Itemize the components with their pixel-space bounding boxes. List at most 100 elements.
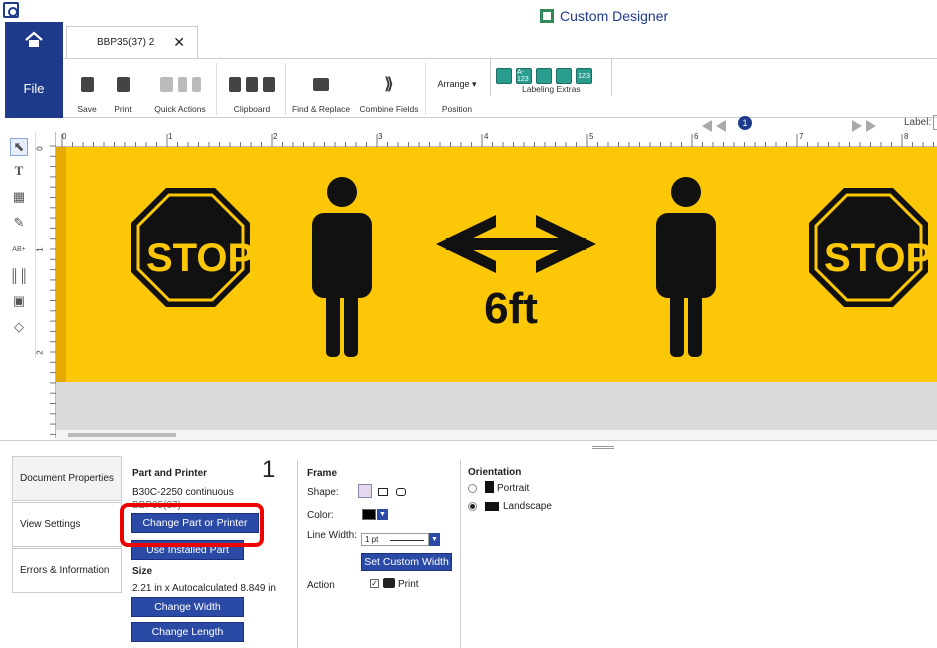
select-tool-icon[interactable]: ⬉ xyxy=(10,138,28,156)
ruler-h-label: 4 xyxy=(484,132,489,141)
page-navigation xyxy=(0,118,937,132)
ruler-h-label: 1 xyxy=(168,132,173,141)
double-arrow-icon xyxy=(436,215,596,273)
horizontal-scrollbar[interactable] xyxy=(56,430,937,440)
print-option-label: Print xyxy=(398,579,419,590)
ruler-h-label: 8 xyxy=(904,132,909,141)
position-label: Position xyxy=(441,104,473,114)
last-page-icon[interactable] xyxy=(866,120,876,132)
line-width-value: 1 pt xyxy=(365,535,379,544)
quick-actions-label: Quick Actions xyxy=(154,104,206,114)
home-icon xyxy=(25,31,43,47)
serial-tool-icon[interactable]: AB+ xyxy=(10,240,28,258)
portrait-radio[interactable] xyxy=(468,484,477,493)
text-tool-icon[interactable]: T xyxy=(10,162,28,180)
line-width-label: Line Width: xyxy=(307,530,358,541)
window-title: Custom Designer xyxy=(540,8,668,24)
arrange-dropdown[interactable]: Arrange ▾ xyxy=(437,79,476,90)
home-tab[interactable] xyxy=(5,22,63,58)
window-title-text: Custom Designer xyxy=(560,8,669,24)
color-swatch[interactable] xyxy=(362,509,376,520)
highlight-box xyxy=(120,503,264,547)
printer-icon xyxy=(116,76,130,92)
line-preview xyxy=(390,540,424,541)
ruler-h-label: 2 xyxy=(273,132,278,141)
signature-tool-icon[interactable]: ✎ xyxy=(10,214,28,232)
tab-document-properties[interactable]: Document Properties xyxy=(12,456,122,501)
landscape-label: Landscape xyxy=(503,501,552,512)
delete-icon xyxy=(159,76,173,92)
landscape-icon xyxy=(485,502,499,511)
ruler-h-label: 5 xyxy=(589,132,594,141)
number-icon[interactable]: 123 xyxy=(576,68,592,84)
combine-fields-label: Combine Fields xyxy=(359,104,419,114)
shape-rounded-icon[interactable] xyxy=(396,488,406,496)
person-left-icon[interactable] xyxy=(312,177,372,357)
position-group[interactable]: Arrange ▾ Position xyxy=(430,64,484,115)
shape-tool-icon[interactable]: ◇ xyxy=(10,318,28,336)
printer-small-icon xyxy=(383,578,395,588)
paste-icon xyxy=(263,76,275,92)
ruler-v-label: 0 xyxy=(35,146,45,151)
set-custom-width-button[interactable]: Set Custom Width xyxy=(361,553,452,571)
labeling-extras-icons[interactable]: A-123 123 xyxy=(496,68,592,84)
stop-text-left: STOP xyxy=(146,236,255,280)
date-time-tool-icon[interactable]: ▦ xyxy=(10,188,28,206)
vertical-ruler-ticks xyxy=(50,145,56,435)
print-checkbox[interactable]: ✓ xyxy=(370,579,379,588)
find-replace-label: Find & Replace xyxy=(291,104,351,114)
line-width-select[interactable]: 1 pt xyxy=(361,533,429,546)
ruler-h-label: 3 xyxy=(378,132,383,141)
find-replace-button[interactable]: Find & Replace xyxy=(290,64,352,114)
save-label: Save xyxy=(77,104,97,114)
first-page-icon[interactable] xyxy=(702,120,712,132)
previous-page-icon[interactable] xyxy=(716,120,726,132)
change-length-button[interactable]: Change Length xyxy=(131,622,244,642)
combine-fields-button[interactable]: ⟫ Combine Fields xyxy=(356,64,422,114)
clipboard-group[interactable]: Clipboard xyxy=(222,64,282,114)
portrait-icon xyxy=(485,481,494,493)
tab-view-settings[interactable]: View Settings xyxy=(12,502,122,547)
change-width-button[interactable]: Change Width xyxy=(131,597,244,617)
shape-none-icon[interactable] xyxy=(358,484,372,498)
barcode-icon[interactable] xyxy=(556,68,572,84)
page-number-badge[interactable]: 1 xyxy=(738,116,752,130)
label-selector-label: Label: xyxy=(904,117,932,128)
ruler-v-label: 2 xyxy=(35,350,45,355)
app-logo-icon xyxy=(3,2,19,18)
document-tab[interactable]: BBP35(37) 2 ✕ xyxy=(66,26,198,58)
ruler-v-label: 1 xyxy=(35,247,45,252)
line-width-dropdown-icon[interactable]: ▼ xyxy=(429,533,440,546)
shape-rectangle-icon[interactable] xyxy=(378,488,388,496)
horizontal-ruler xyxy=(56,132,937,147)
label-selector-input[interactable] xyxy=(933,115,937,130)
tab-errors-information[interactable]: Errors & Information xyxy=(12,548,122,593)
next-page-icon[interactable] xyxy=(852,120,862,132)
scrollbar-thumb[interactable] xyxy=(68,433,176,437)
panel-resize-grip[interactable] xyxy=(592,446,614,449)
undo-icon xyxy=(177,76,187,92)
copy-icon xyxy=(246,76,258,92)
image-tool-icon[interactable]: ▣ xyxy=(10,292,28,310)
quick-actions-group[interactable]: Quick Actions xyxy=(148,64,212,114)
barcode-tool-icon[interactable]: ║║ xyxy=(10,266,28,284)
stop-text-right: STOP xyxy=(824,236,933,280)
person-right-icon[interactable] xyxy=(656,177,716,357)
part-printer-title: Part and Printer xyxy=(132,468,208,479)
print-button[interactable]: Print xyxy=(110,64,136,114)
panel-divider xyxy=(460,460,461,648)
close-tab-icon[interactable]: ✕ xyxy=(173,34,185,51)
save-button[interactable]: Save xyxy=(74,64,100,114)
landscape-radio[interactable] xyxy=(468,502,477,511)
serial-icon[interactable]: A-123 xyxy=(516,68,532,84)
ruler-ticks xyxy=(61,134,934,147)
clipboard-label: Clipboard xyxy=(233,104,271,114)
file-menu-button[interactable]: File xyxy=(5,58,63,118)
combine-arrow-icon: ⟫ xyxy=(384,76,394,93)
panel-divider xyxy=(297,460,298,648)
color-dropdown-icon[interactable]: ▼ xyxy=(377,509,388,520)
qr-code-icon[interactable] xyxy=(536,68,552,84)
redo-icon xyxy=(191,76,201,92)
database-icon[interactable] xyxy=(496,68,512,84)
vertical-ruler xyxy=(36,132,56,438)
